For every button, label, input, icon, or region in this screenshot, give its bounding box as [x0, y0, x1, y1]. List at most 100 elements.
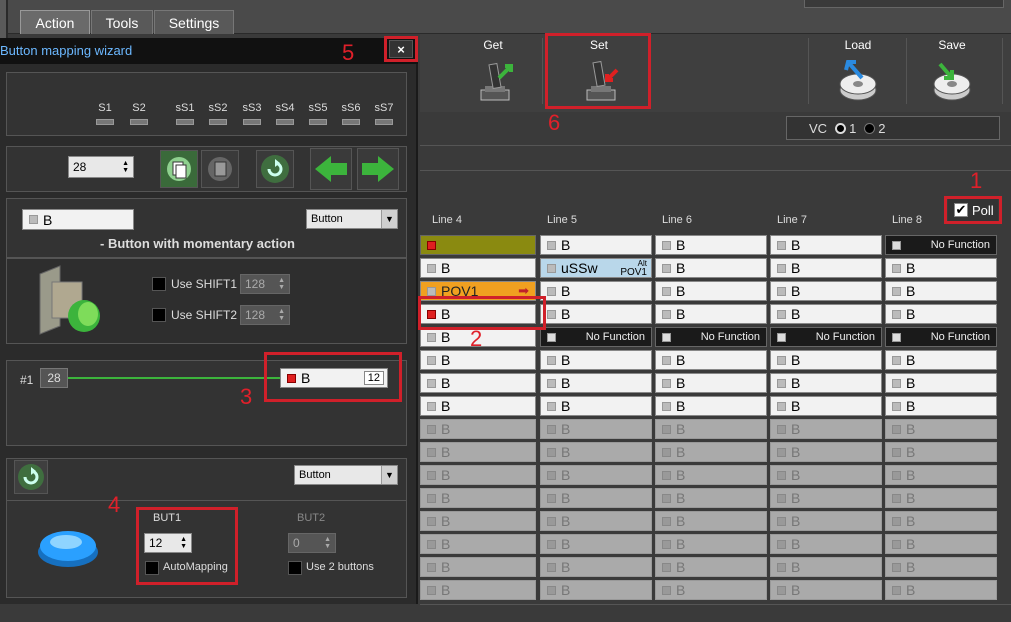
grid-cell[interactable]: B [885, 557, 997, 577]
grid-cell[interactable]: B [420, 258, 536, 278]
shift2-spinner[interactable]: 128 ▲ ▼ [240, 305, 290, 325]
vc-radio-2[interactable] [864, 122, 876, 134]
next-button[interactable] [357, 148, 399, 190]
link-source-button[interactable]: 28 [40, 368, 68, 388]
grid-cell[interactable]: B [540, 304, 652, 324]
grid-cell[interactable]: B [540, 511, 652, 531]
grid-cell[interactable]: B [885, 442, 997, 462]
use-2-buttons-checkbox[interactable] [288, 561, 302, 575]
grid-cell[interactable]: B [540, 281, 652, 301]
grid-cell[interactable]: B [540, 557, 652, 577]
grid-cell[interactable]: No Function [885, 327, 997, 347]
grid-cell[interactable]: B [655, 442, 767, 462]
grid-cell[interactable]: No Function [885, 235, 997, 255]
grid-cell[interactable]: B [655, 557, 767, 577]
grid-cell[interactable] [420, 235, 536, 255]
grid-cell[interactable]: B [655, 235, 767, 255]
grid-cell[interactable]: B [540, 373, 652, 393]
grid-cell[interactable]: B [655, 534, 767, 554]
grid-cell[interactable]: No Function [540, 327, 652, 347]
grid-cell[interactable]: B [420, 488, 536, 508]
previous-button[interactable] [310, 148, 352, 190]
chevron-down-icon[interactable]: ▼ [381, 210, 397, 228]
chevron-down-icon[interactable]: ▼ [381, 466, 397, 484]
grid-cell[interactable]: uSSw Alt POV1 [540, 258, 652, 278]
grid-cell[interactable]: B [540, 419, 652, 439]
copy-button[interactable] [160, 150, 198, 188]
grid-cell[interactable]: B [885, 465, 997, 485]
grid-cell[interactable]: B [885, 488, 997, 508]
grid-cell[interactable]: B [655, 373, 767, 393]
use-shift1-checkbox[interactable] [152, 277, 166, 291]
vc-radio-1[interactable] [835, 122, 847, 134]
grid-cell[interactable]: No Function [655, 327, 767, 347]
paste-button[interactable] [201, 150, 239, 188]
grid-cell[interactable]: B [770, 396, 882, 416]
grid-cell[interactable]: B [770, 419, 882, 439]
grid-cell[interactable]: B [655, 281, 767, 301]
grid-cell[interactable]: B [540, 235, 652, 255]
grid-cell[interactable]: B [770, 281, 882, 301]
grid-cell[interactable]: B [770, 373, 882, 393]
grid-cell[interactable]: B [420, 396, 536, 416]
grid-cell[interactable]: B [540, 488, 652, 508]
grid-cell[interactable]: B [770, 304, 882, 324]
grid-cell[interactable]: B [770, 557, 882, 577]
grid-cell[interactable]: B [885, 350, 997, 370]
output-type-select[interactable]: Button ▼ [294, 465, 398, 485]
grid-cell[interactable]: B [770, 235, 882, 255]
grid-cell[interactable]: B [885, 511, 997, 531]
grid-cell[interactable]: B [420, 419, 536, 439]
grid-cell[interactable]: B [655, 488, 767, 508]
but2-spinner[interactable]: 0 ▲ ▼ [288, 533, 336, 553]
grid-cell[interactable]: B [770, 488, 882, 508]
grid-cell[interactable]: B [885, 396, 997, 416]
grid-cell[interactable]: B [420, 557, 536, 577]
grid-cell[interactable]: B [655, 350, 767, 370]
spinner-arrows-icon[interactable]: ▲ ▼ [278, 277, 285, 291]
grid-cell[interactable]: B [540, 350, 652, 370]
grid-cell[interactable]: B [885, 281, 997, 301]
grid-cell[interactable]: B [885, 419, 997, 439]
grid-cell[interactable]: B [655, 465, 767, 485]
grid-cell[interactable]: B [770, 258, 882, 278]
load-button[interactable]: Load [828, 34, 888, 108]
grid-cell[interactable]: B [885, 373, 997, 393]
grid-cell[interactable]: B [420, 534, 536, 554]
grid-cell[interactable]: B [770, 465, 882, 485]
grid-cell[interactable]: B [885, 580, 997, 600]
grid-cell[interactable]: B [770, 580, 882, 600]
grid-cell[interactable]: B [770, 442, 882, 462]
grid-cell[interactable]: B [770, 534, 882, 554]
spinner-arrows-icon[interactable]: ▲ ▼ [278, 308, 285, 322]
use-shift2-checkbox[interactable] [152, 308, 166, 322]
grid-cell[interactable]: B [420, 350, 536, 370]
button-name-field[interactable]: B [22, 209, 134, 230]
grid-cell[interactable]: B [655, 258, 767, 278]
top-right-field[interactable] [804, 0, 1004, 8]
reset-button[interactable] [256, 150, 294, 188]
output-reset-button[interactable] [14, 460, 48, 494]
grid-cell[interactable]: B [885, 258, 997, 278]
grid-cell[interactable]: No Function [770, 327, 882, 347]
tab-action[interactable]: Action [20, 10, 90, 34]
tab-settings[interactable]: Settings [154, 10, 234, 34]
grid-cell[interactable]: B [540, 465, 652, 485]
button-type-select[interactable]: Button ▼ [306, 209, 398, 229]
grid-cell[interactable]: B [770, 511, 882, 531]
grid-cell[interactable]: B [420, 373, 536, 393]
grid-cell[interactable]: B [420, 511, 536, 531]
shift1-spinner[interactable]: 128 ▲ ▼ [240, 274, 290, 294]
grid-cell[interactable]: B [655, 419, 767, 439]
grid-cell[interactable]: B [540, 580, 652, 600]
grid-cell[interactable]: B [540, 442, 652, 462]
grid-cell[interactable]: B [420, 580, 536, 600]
save-button[interactable]: Save [922, 34, 982, 108]
tab-tools[interactable]: Tools [91, 10, 153, 34]
grid-cell[interactable]: B [420, 442, 536, 462]
get-button[interactable]: Get [462, 34, 524, 108]
grid-cell[interactable]: B [540, 396, 652, 416]
grid-cell[interactable]: B [420, 465, 536, 485]
grid-cell[interactable]: B [885, 534, 997, 554]
spinner-arrows-icon[interactable]: ▲ ▼ [122, 160, 129, 174]
